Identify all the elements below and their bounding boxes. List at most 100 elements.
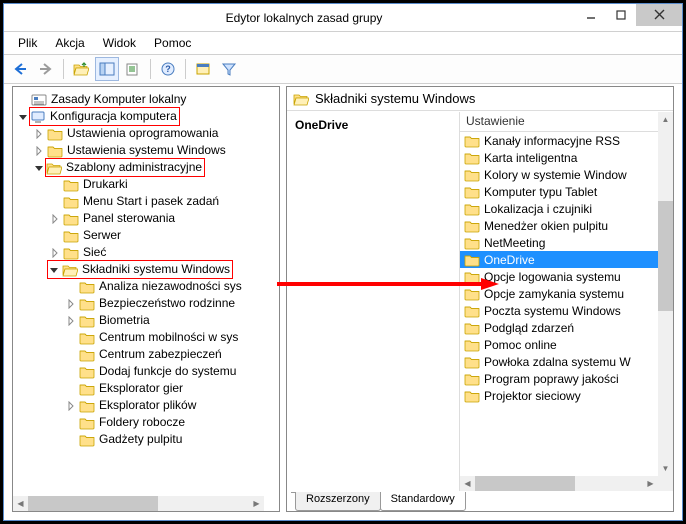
tree-item[interactable]: Dodaj funkcje do systemu (17, 363, 279, 380)
scroll-up-icon[interactable]: ▲ (658, 112, 673, 127)
folder-icon (79, 382, 95, 396)
tree-item[interactable]: Składniki systemu Windows (17, 261, 279, 278)
list-item[interactable]: Opcje zamykania systemu (460, 285, 658, 302)
tree-item[interactable]: Menu Start i pasek zadań (17, 193, 279, 210)
folder-icon (464, 236, 480, 250)
list-item-label: Menedżer okien pulpitu (484, 219, 608, 233)
expand-icon[interactable] (65, 400, 77, 412)
folder-icon (63, 246, 79, 260)
list-item[interactable]: Opcje logowania systemu (460, 268, 658, 285)
close-button[interactable] (636, 4, 682, 26)
tree-item[interactable]: Serwer (17, 227, 279, 244)
maximize-button[interactable] (606, 4, 636, 26)
up-button[interactable] (69, 57, 93, 81)
expand-icon[interactable] (65, 315, 77, 327)
tree-item[interactable]: Szablony administracyjne (17, 159, 279, 176)
tree-item[interactable]: Zasady Komputer lokalny (17, 91, 279, 108)
show-hide-tree-button[interactable] (95, 57, 119, 81)
filter-button[interactable] (217, 57, 241, 81)
expand-icon[interactable] (49, 213, 61, 225)
scroll-right-icon[interactable]: ▶ (249, 496, 264, 511)
settings-list[interactable]: Kanały informacyjne RSSKarta inteligentn… (460, 132, 658, 476)
tree-item-label: Zasady Komputer lokalny (51, 91, 186, 108)
list-h-scrollbar[interactable]: ◀ ▶ (460, 476, 658, 491)
menu-help[interactable]: Pomoc (146, 34, 199, 52)
list-v-scrollbar[interactable]: ▲ ▼ (658, 112, 673, 476)
list-item[interactable]: Program poprawy jakości (460, 370, 658, 387)
scroll-right-icon[interactable]: ▶ (643, 476, 658, 491)
folder-icon (464, 338, 480, 352)
nav-back-button[interactable] (8, 57, 32, 81)
list-item[interactable]: Powłoka zdalna systemu W (460, 353, 658, 370)
collapse-icon[interactable] (48, 264, 60, 276)
nav-forward-button[interactable] (34, 57, 58, 81)
tab-extended[interactable]: Rozszerzony (295, 492, 381, 511)
minimize-button[interactable] (576, 4, 606, 26)
gpedit-window: Edytor lokalnych zasad grupy Plik Akcja … (3, 3, 683, 521)
tree-item[interactable]: Analiza niezawodności sys (17, 278, 279, 295)
menu-view[interactable]: Widok (95, 34, 144, 52)
list-item[interactable]: Komputer typu Tablet (460, 183, 658, 200)
collapse-icon[interactable] (33, 162, 45, 174)
tree-item[interactable]: Drukarki (17, 176, 279, 193)
tree-item[interactable]: Sieć (17, 244, 279, 261)
tree-item-label: Składniki systemu Windows (82, 261, 230, 278)
tree-item[interactable]: Konfiguracja komputera (17, 108, 279, 125)
list-item[interactable]: Karta inteligentna (460, 149, 658, 166)
tree-item[interactable]: Gadżety pulpitu (17, 431, 279, 448)
tree-item[interactable]: Ustawienia systemu Windows (17, 142, 279, 159)
folder-icon (79, 297, 95, 311)
export-list-button[interactable] (121, 57, 145, 81)
list-item[interactable]: Menedżer okien pulpitu (460, 217, 658, 234)
expand-icon[interactable] (33, 128, 45, 140)
folder-icon (464, 389, 480, 403)
list-item[interactable]: Pomoc online (460, 336, 658, 353)
menu-file[interactable]: Plik (10, 34, 45, 52)
list-item[interactable]: Kolory w systemie Window (460, 166, 658, 183)
list-item[interactable]: Podgląd zdarzeń (460, 319, 658, 336)
list-item[interactable]: Poczta systemu Windows (460, 302, 658, 319)
list-item[interactable]: NetMeeting (460, 234, 658, 251)
folder-icon (79, 348, 95, 362)
settings-list-panel: Ustawienie Kanały informacyjne RSSKarta … (459, 112, 673, 491)
expand-icon[interactable] (33, 145, 45, 157)
tree-item-label: Foldery robocze (99, 414, 185, 431)
folder-icon (464, 304, 480, 318)
folder-icon (79, 365, 95, 379)
tree-item[interactable]: Panel sterowania (17, 210, 279, 227)
scroll-thumb[interactable] (28, 496, 158, 511)
tree-item[interactable]: Centrum mobilności w sys (17, 329, 279, 346)
tab-standard[interactable]: Standardowy (380, 492, 466, 511)
scroll-left-icon[interactable]: ◀ (460, 476, 475, 491)
menubar: Plik Akcja Widok Pomoc (4, 32, 682, 54)
list-item-label: Opcje zamykania systemu (484, 287, 624, 301)
tree-item[interactable]: Foldery robocze (17, 414, 279, 431)
policy-tree[interactable]: Zasady Komputer lokalnyKonfiguracja komp… (13, 87, 279, 496)
tree-item[interactable]: Eksplorator plików (17, 397, 279, 414)
tree-item[interactable]: Biometria (17, 312, 279, 329)
tree-item[interactable]: Eksplorator gier (17, 380, 279, 397)
tree-item[interactable]: Centrum zabezpieczeń (17, 346, 279, 363)
tree-item[interactable]: Ustawienia oprogramowania (17, 125, 279, 142)
list-item-label: Program poprawy jakości (484, 372, 619, 386)
properties-button[interactable] (191, 57, 215, 81)
expand-icon[interactable] (65, 298, 77, 310)
list-item[interactable]: Kanały informacyjne RSS (460, 132, 658, 149)
expand-icon[interactable] (49, 247, 61, 259)
tree-h-scrollbar[interactable]: ◀ ▶ (13, 496, 264, 511)
list-item[interactable]: OneDrive (460, 251, 658, 268)
scroll-down-icon[interactable]: ▼ (658, 461, 673, 476)
collapse-icon[interactable] (17, 111, 29, 123)
menu-action[interactable]: Akcja (47, 34, 92, 52)
folder-icon (464, 202, 480, 216)
scroll-thumb[interactable] (658, 201, 673, 311)
scroll-thumb[interactable] (475, 476, 575, 491)
folder-icon (79, 416, 95, 430)
tree-item[interactable]: Bezpieczeństwo rodzinne (17, 295, 279, 312)
scroll-left-icon[interactable]: ◀ (13, 496, 28, 511)
column-header-setting[interactable]: Ustawienie (460, 112, 673, 132)
list-item[interactable]: Lokalizacja i czujniki (460, 200, 658, 217)
folder-icon (464, 253, 480, 267)
list-item[interactable]: Projektor sieciowy (460, 387, 658, 404)
help-button[interactable]: ? (156, 57, 180, 81)
